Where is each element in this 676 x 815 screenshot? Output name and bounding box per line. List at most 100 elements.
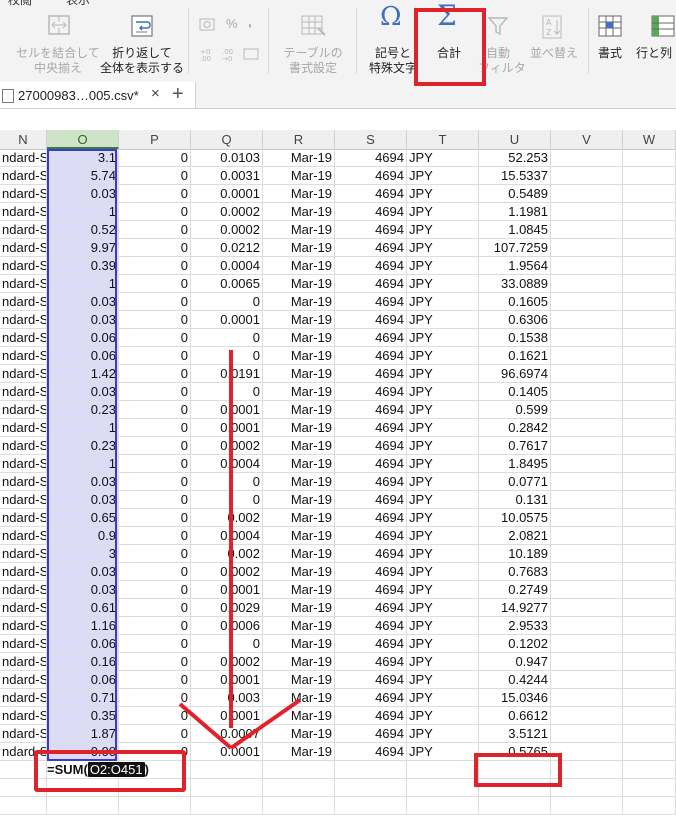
cell-p[interactable]: 0 <box>119 149 191 167</box>
spreadsheet-grid[interactable]: ndard-S 3.1 0 0.0103 Mar-19 4694 JPY 52.253 ndar… <box>0 149 676 815</box>
cell-v[interactable] <box>551 167 623 185</box>
cell-q[interactable]: 0.003 <box>191 689 263 707</box>
cell-r[interactable]: Mar-19 <box>263 635 335 653</box>
cell-s[interactable]: 4694 <box>335 203 407 221</box>
wrap-text-button[interactable]: 折り返して 全体を表示する <box>100 14 184 76</box>
cell-s[interactable]: 4694 <box>335 455 407 473</box>
cell-n[interactable]: ndard-S <box>0 185 47 203</box>
cell-p[interactable] <box>119 797 191 815</box>
cell-o[interactable]: 0.03 <box>47 293 119 311</box>
cell-v[interactable] <box>551 707 623 725</box>
cell-t[interactable]: JPY <box>407 239 479 257</box>
cell-n[interactable]: ndard-S <box>0 617 47 635</box>
cell-n[interactable]: ndard-S <box>0 293 47 311</box>
cell-r[interactable]: Mar-19 <box>263 275 335 293</box>
comma-format-button[interactable]: , <box>248 14 252 29</box>
cell-u[interactable]: 15.5337 <box>479 167 551 185</box>
cell-v[interactable] <box>551 401 623 419</box>
cell-t[interactable]: JPY <box>407 725 479 743</box>
cell-t[interactable]: JPY <box>407 293 479 311</box>
cell-r[interactable]: Mar-19 <box>263 491 335 509</box>
cell-s[interactable]: 4694 <box>335 671 407 689</box>
cell-u[interactable]: 33.0889 <box>479 275 551 293</box>
cell-u[interactable]: 0.0771 <box>479 473 551 491</box>
cell-u[interactable]: 1.0845 <box>479 221 551 239</box>
cell-o[interactable]: 1.16 <box>47 617 119 635</box>
cell-u[interactable]: 0.7683 <box>479 563 551 581</box>
decimal-adjust-icons[interactable]: +0 .00 .00 →0 <box>198 46 260 62</box>
cell-o[interactable]: 1.42 <box>47 365 119 383</box>
cell-r[interactable]: Mar-19 <box>263 725 335 743</box>
cell-t[interactable]: JPY <box>407 689 479 707</box>
cell-v[interactable] <box>551 203 623 221</box>
cell-r[interactable]: Mar-19 <box>263 671 335 689</box>
cell-n[interactable]: ndard-S <box>0 329 47 347</box>
cell-n[interactable]: ndard-S <box>0 473 47 491</box>
cell-o[interactable]: 0.23 <box>47 437 119 455</box>
cell-r[interactable]: Mar-19 <box>263 383 335 401</box>
cell-w[interactable] <box>623 635 676 653</box>
cell-s[interactable]: 4694 <box>335 221 407 239</box>
cell-u[interactable]: 0.131 <box>479 491 551 509</box>
column-header-v[interactable]: V <box>551 130 623 149</box>
column-header-q[interactable]: Q <box>191 130 263 149</box>
cell-s[interactable]: 4694 <box>335 239 407 257</box>
cell-t[interactable]: JPY <box>407 617 479 635</box>
cell-p[interactable]: 0 <box>119 527 191 545</box>
cell-q[interactable]: 0 <box>191 347 263 365</box>
cell-q[interactable]: 0.0001 <box>191 581 263 599</box>
cell-q[interactable]: 0.0065 <box>191 275 263 293</box>
cell-r[interactable]: Mar-19 <box>263 149 335 167</box>
cell-p[interactable]: 0 <box>119 383 191 401</box>
cell-w[interactable] <box>623 221 676 239</box>
cell-t[interactable]: JPY <box>407 653 479 671</box>
cell-o[interactable] <box>47 797 119 815</box>
cell-v[interactable] <box>551 797 623 815</box>
cell-n[interactable]: ndard-S <box>0 545 47 563</box>
cell-w[interactable] <box>623 275 676 293</box>
cell-v[interactable] <box>551 545 623 563</box>
cell-v[interactable] <box>551 509 623 527</box>
cell-r[interactable]: Mar-19 <box>263 455 335 473</box>
cell-s[interactable]: 4694 <box>335 527 407 545</box>
cell-t[interactable]: JPY <box>407 581 479 599</box>
cell-t[interactable]: JPY <box>407 365 479 383</box>
cell-v[interactable] <box>551 185 623 203</box>
cell-o[interactable]: 1 <box>47 203 119 221</box>
column-header-u[interactable]: U <box>479 130 551 149</box>
cell-q[interactable]: 0.0001 <box>191 743 263 761</box>
cell-w[interactable] <box>623 689 676 707</box>
cell-t[interactable]: JPY <box>407 185 479 203</box>
cell-v[interactable] <box>551 419 623 437</box>
cell-u[interactable]: 15.0346 <box>479 689 551 707</box>
cell-t[interactable]: JPY <box>407 635 479 653</box>
cell-v[interactable] <box>551 581 623 599</box>
file-tab[interactable]: 27000983…005.csv* <box>0 82 196 108</box>
cell-w[interactable] <box>623 563 676 581</box>
cell-w[interactable] <box>623 473 676 491</box>
cell-r[interactable] <box>263 761 335 779</box>
cell-v[interactable] <box>551 275 623 293</box>
cell-r[interactable]: Mar-19 <box>263 311 335 329</box>
cell-r[interactable]: Mar-19 <box>263 473 335 491</box>
cell-n[interactable]: ndard-S <box>0 725 47 743</box>
cell-s[interactable]: 4694 <box>335 275 407 293</box>
cell-t[interactable]: JPY <box>407 563 479 581</box>
cell-p[interactable]: 0 <box>119 689 191 707</box>
cell-n[interactable]: ndard-S <box>0 509 47 527</box>
cell-o[interactable]: 0.35 <box>47 707 119 725</box>
cell-w[interactable] <box>623 653 676 671</box>
cell-p[interactable]: 0 <box>119 455 191 473</box>
cell-w[interactable] <box>623 383 676 401</box>
cell-n[interactable]: ndard-S <box>0 239 47 257</box>
column-header-p[interactable]: P <box>119 130 191 149</box>
cell-n[interactable]: ndard-S <box>0 491 47 509</box>
column-header-o[interactable]: O <box>47 130 119 149</box>
cell-q[interactable]: 0.0001 <box>191 311 263 329</box>
cell-s[interactable]: 4694 <box>335 257 407 275</box>
cell-v[interactable] <box>551 329 623 347</box>
cell-t[interactable]: JPY <box>407 707 479 725</box>
cell-q[interactable] <box>191 797 263 815</box>
cell-n[interactable]: ndard-S <box>0 401 47 419</box>
cell-t[interactable]: JPY <box>407 743 479 761</box>
